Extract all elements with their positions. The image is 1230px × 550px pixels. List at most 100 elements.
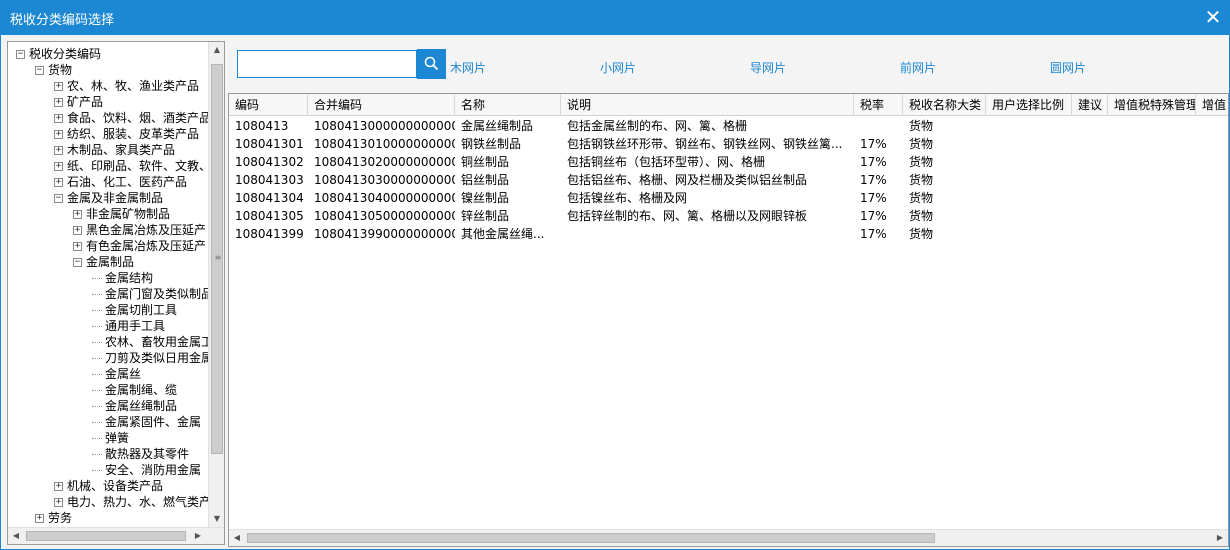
expand-icon[interactable]: +: [54, 114, 63, 123]
table-row[interactable]: 108041305 1080413050000000000 锌丝制品 包括锌丝制的布、…: [229, 207, 1228, 225]
tree-node[interactable]: + 黑色金属冶炼及压延产: [73, 222, 206, 238]
tree-node[interactable]: + 木制品、家具类产品: [54, 142, 175, 158]
table-cell: 包括镍丝布、格栅及网: [567, 191, 688, 205]
table-row[interactable]: 1080413 1080413000000000000 金属丝绳制品 包括金属丝制的布…: [229, 117, 1228, 135]
tree-node-label: 弹簧: [105, 431, 130, 445]
tab-yuan-wangpian[interactable]: 圆网片: [1050, 59, 1086, 76]
collapse-icon[interactable]: −: [16, 50, 25, 59]
table-hscroll-thumb[interactable]: [247, 533, 935, 543]
tree-node[interactable]: + 电力、热力、水、燃气类产: [54, 494, 208, 510]
tree-node[interactable]: − 金属制品: [73, 254, 134, 270]
tree-node[interactable]: 农林、畜牧用金属工: [92, 334, 208, 350]
expand-icon[interactable]: +: [54, 130, 63, 139]
collapse-icon[interactable]: −: [35, 66, 44, 75]
tree-connector: [92, 278, 102, 279]
tree-node[interactable]: 弹簧: [92, 430, 129, 446]
tree-node[interactable]: + 农、林、牧、渔业类产品: [54, 78, 199, 94]
tree-node[interactable]: + 非金属矿物制品: [73, 206, 170, 222]
tree-scroll-thumb[interactable]: ≡: [211, 64, 223, 454]
table-cell: 1080413990000000000: [314, 227, 455, 241]
expand-icon[interactable]: +: [54, 82, 63, 91]
tree-node[interactable]: 金属丝绳制品: [92, 398, 177, 414]
scroll-up-icon[interactable]: ▲: [209, 42, 224, 58]
table-cell: [986, 189, 1072, 207]
table-row[interactable]: 108041303 1080413030000000000 铝丝制品 包括铝丝布、格栅…: [229, 171, 1228, 189]
tree-connector: [92, 310, 102, 311]
tree-node[interactable]: 金属切削工具: [92, 302, 177, 318]
table-row[interactable]: 108041302 1080413020000000000 铜丝制品 包括铜丝布（包括…: [229, 153, 1228, 171]
tree-node[interactable]: + 劳务: [35, 510, 72, 526]
expand-icon[interactable]: +: [73, 242, 82, 251]
scroll-left-icon[interactable]: ◀: [229, 530, 245, 546]
column-header[interactable]: 税收名称大类: [903, 94, 986, 116]
column-header[interactable]: 合并编码: [308, 94, 455, 116]
close-icon[interactable]: ✕: [1202, 6, 1224, 28]
table-cell: 锌丝制品: [461, 209, 510, 223]
tree-node[interactable]: − 金属及非金属制品: [54, 190, 163, 206]
column-header[interactable]: 增值: [1196, 94, 1228, 116]
column-header[interactable]: 说明: [561, 94, 854, 116]
tree-node-label: 机械、设备类产品: [67, 479, 164, 493]
table-cell: 17%: [860, 173, 887, 187]
table-cell: 货物: [909, 155, 934, 169]
expand-icon[interactable]: +: [73, 226, 82, 235]
tree-node[interactable]: − 税收分类编码: [16, 46, 101, 62]
tree-node[interactable]: 金属制绳、缆: [92, 382, 177, 398]
search-button[interactable]: [417, 49, 446, 79]
scroll-right-icon[interactable]: ▶: [190, 528, 206, 544]
tree-hscroll-thumb[interactable]: [26, 531, 186, 541]
tab-dao-wangpian[interactable]: 导网片: [750, 59, 786, 76]
tree-node[interactable]: + 纸、印刷品、软件、文教、: [54, 158, 208, 174]
tree-node[interactable]: + 石油、化工、医药产品: [54, 174, 187, 190]
table-row[interactable]: 108041304 1080413040000000000 镍丝制品 包括镍丝布、格栅…: [229, 189, 1228, 207]
tree-node[interactable]: 散热器及其零件: [92, 446, 189, 462]
tree-node[interactable]: 金属丝: [92, 366, 141, 382]
table-cell: 1080413050000000000: [314, 209, 455, 223]
table-row[interactable]: 108041301 1080413010000000000 钢铁丝制品 包括钢铁丝环形…: [229, 135, 1228, 153]
tree-horizontal-scrollbar[interactable]: ◀ ▶: [8, 527, 224, 544]
tree-node[interactable]: + 机械、设备类产品: [54, 478, 163, 494]
search-input[interactable]: [237, 50, 417, 78]
tree-node[interactable]: 刀剪及类似日用金属: [92, 350, 208, 366]
expand-icon[interactable]: +: [54, 98, 63, 107]
tab-mu-wangpian[interactable]: 木网片: [450, 59, 486, 76]
tree-node[interactable]: 通用手工具: [92, 318, 165, 334]
table-cell: 铜丝制品: [461, 155, 510, 169]
tree-node[interactable]: + 食品、饮料、烟、酒类产品: [54, 110, 208, 126]
table-horizontal-scrollbar[interactable]: ◀ ▶: [229, 529, 1228, 546]
expand-icon[interactable]: +: [73, 210, 82, 219]
scroll-down-icon[interactable]: ▼: [209, 511, 224, 527]
tree-node-label: 金属结构: [105, 271, 154, 285]
tab-xiao-wangpian[interactable]: 小网片: [600, 59, 636, 76]
table-cell: 包括金属丝制的布、网、篱、格栅: [567, 119, 748, 133]
expand-icon[interactable]: +: [35, 514, 44, 523]
search-icon: [424, 56, 439, 71]
tree-node-label: 非金属矿物制品: [86, 207, 171, 221]
expand-icon[interactable]: +: [54, 178, 63, 187]
expand-icon[interactable]: +: [54, 482, 63, 491]
tree-node[interactable]: + 矿产品: [54, 94, 103, 110]
scroll-left-icon[interactable]: ◀: [8, 528, 24, 544]
tree-node[interactable]: + 纺织、服装、皮革类产品: [54, 126, 199, 142]
tree-node[interactable]: 金属紧固件、金属: [92, 414, 201, 430]
tree-node[interactable]: + 有色金属冶炼及压延产: [73, 238, 206, 254]
column-header[interactable]: 名称: [455, 94, 561, 116]
expand-icon[interactable]: +: [54, 146, 63, 155]
column-header[interactable]: 编码: [229, 94, 308, 116]
collapse-icon[interactable]: −: [54, 194, 63, 203]
tree-node[interactable]: 金属结构: [92, 270, 153, 286]
collapse-icon[interactable]: −: [73, 258, 82, 267]
column-header[interactable]: 增值税特殊管理: [1108, 94, 1196, 116]
scroll-right-icon[interactable]: ▶: [1212, 530, 1228, 546]
tree-node[interactable]: − 货物: [35, 62, 72, 78]
table-row[interactable]: 108041399 1080413990000000000 其他金属丝绳... 17%…: [229, 225, 1228, 243]
tree-node[interactable]: 安全、消防用金属: [92, 462, 201, 478]
expand-icon[interactable]: +: [54, 162, 63, 171]
tree-vertical-scrollbar[interactable]: ▲ ≡ ▼: [208, 42, 224, 527]
expand-icon[interactable]: +: [54, 498, 63, 507]
tree-node[interactable]: 金属门窗及类似制品: [92, 286, 208, 302]
column-header[interactable]: 税率: [854, 94, 903, 116]
column-header[interactable]: 用户选择比例: [986, 94, 1072, 116]
tab-qian-wangpian[interactable]: 前网片: [900, 59, 936, 76]
column-header[interactable]: 建议: [1072, 94, 1108, 116]
